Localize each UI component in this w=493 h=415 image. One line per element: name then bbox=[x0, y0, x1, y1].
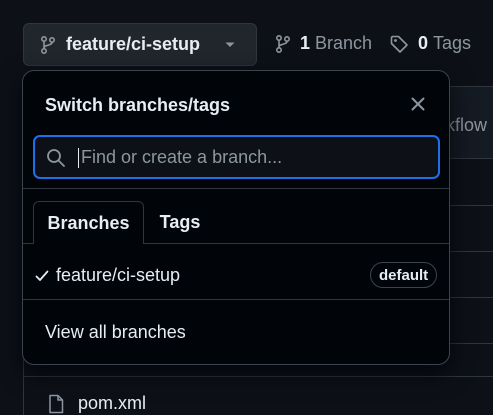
check-icon bbox=[35, 270, 49, 281]
view-all-branches-link[interactable]: View all branches bbox=[45, 322, 186, 343]
default-badge: default bbox=[370, 262, 438, 288]
git-branch-icon bbox=[276, 34, 291, 53]
row-divider bbox=[24, 376, 493, 377]
tag-count-label: Tags bbox=[433, 33, 472, 53]
file-row[interactable]: pom.xml bbox=[48, 393, 146, 414]
branch-search-input[interactable] bbox=[81, 137, 431, 177]
search-icon bbox=[47, 149, 65, 167]
git-branch-icon bbox=[41, 35, 56, 54]
text-cursor bbox=[78, 148, 79, 168]
close-icon[interactable] bbox=[409, 95, 427, 113]
divider bbox=[23, 299, 449, 300]
tag-count-link[interactable]: 0 Tags bbox=[389, 33, 471, 54]
popover-title: Switch branches/tags bbox=[45, 95, 231, 115]
file-icon bbox=[49, 394, 64, 413]
branch-name: feature/ci-setup bbox=[56, 265, 181, 285]
file-name: pom.xml bbox=[78, 393, 147, 413]
caret-down-icon bbox=[225, 42, 235, 47]
branch-switch-popover: Switch branches/tags Branches Tags featu… bbox=[22, 70, 450, 365]
branch-selector-button[interactable]: feature/ci-setup bbox=[23, 23, 257, 66]
branch-count-link[interactable]: 1 Branch bbox=[275, 33, 372, 54]
branch-count-label: Branch bbox=[315, 33, 373, 53]
branch-search-box[interactable] bbox=[33, 135, 440, 179]
branch-count: 1 bbox=[300, 33, 311, 53]
branch-list-item[interactable]: feature/ci-setup default bbox=[23, 257, 449, 293]
tag-count: 0 bbox=[418, 33, 429, 53]
tab-tags[interactable]: Tags bbox=[144, 201, 216, 244]
header-text-fragment: kflow bbox=[446, 115, 488, 135]
divider bbox=[23, 188, 449, 189]
tag-icon bbox=[390, 35, 408, 53]
current-branch-label: feature/ci-setup bbox=[66, 34, 201, 54]
tab-branches[interactable]: Branches bbox=[33, 201, 144, 244]
